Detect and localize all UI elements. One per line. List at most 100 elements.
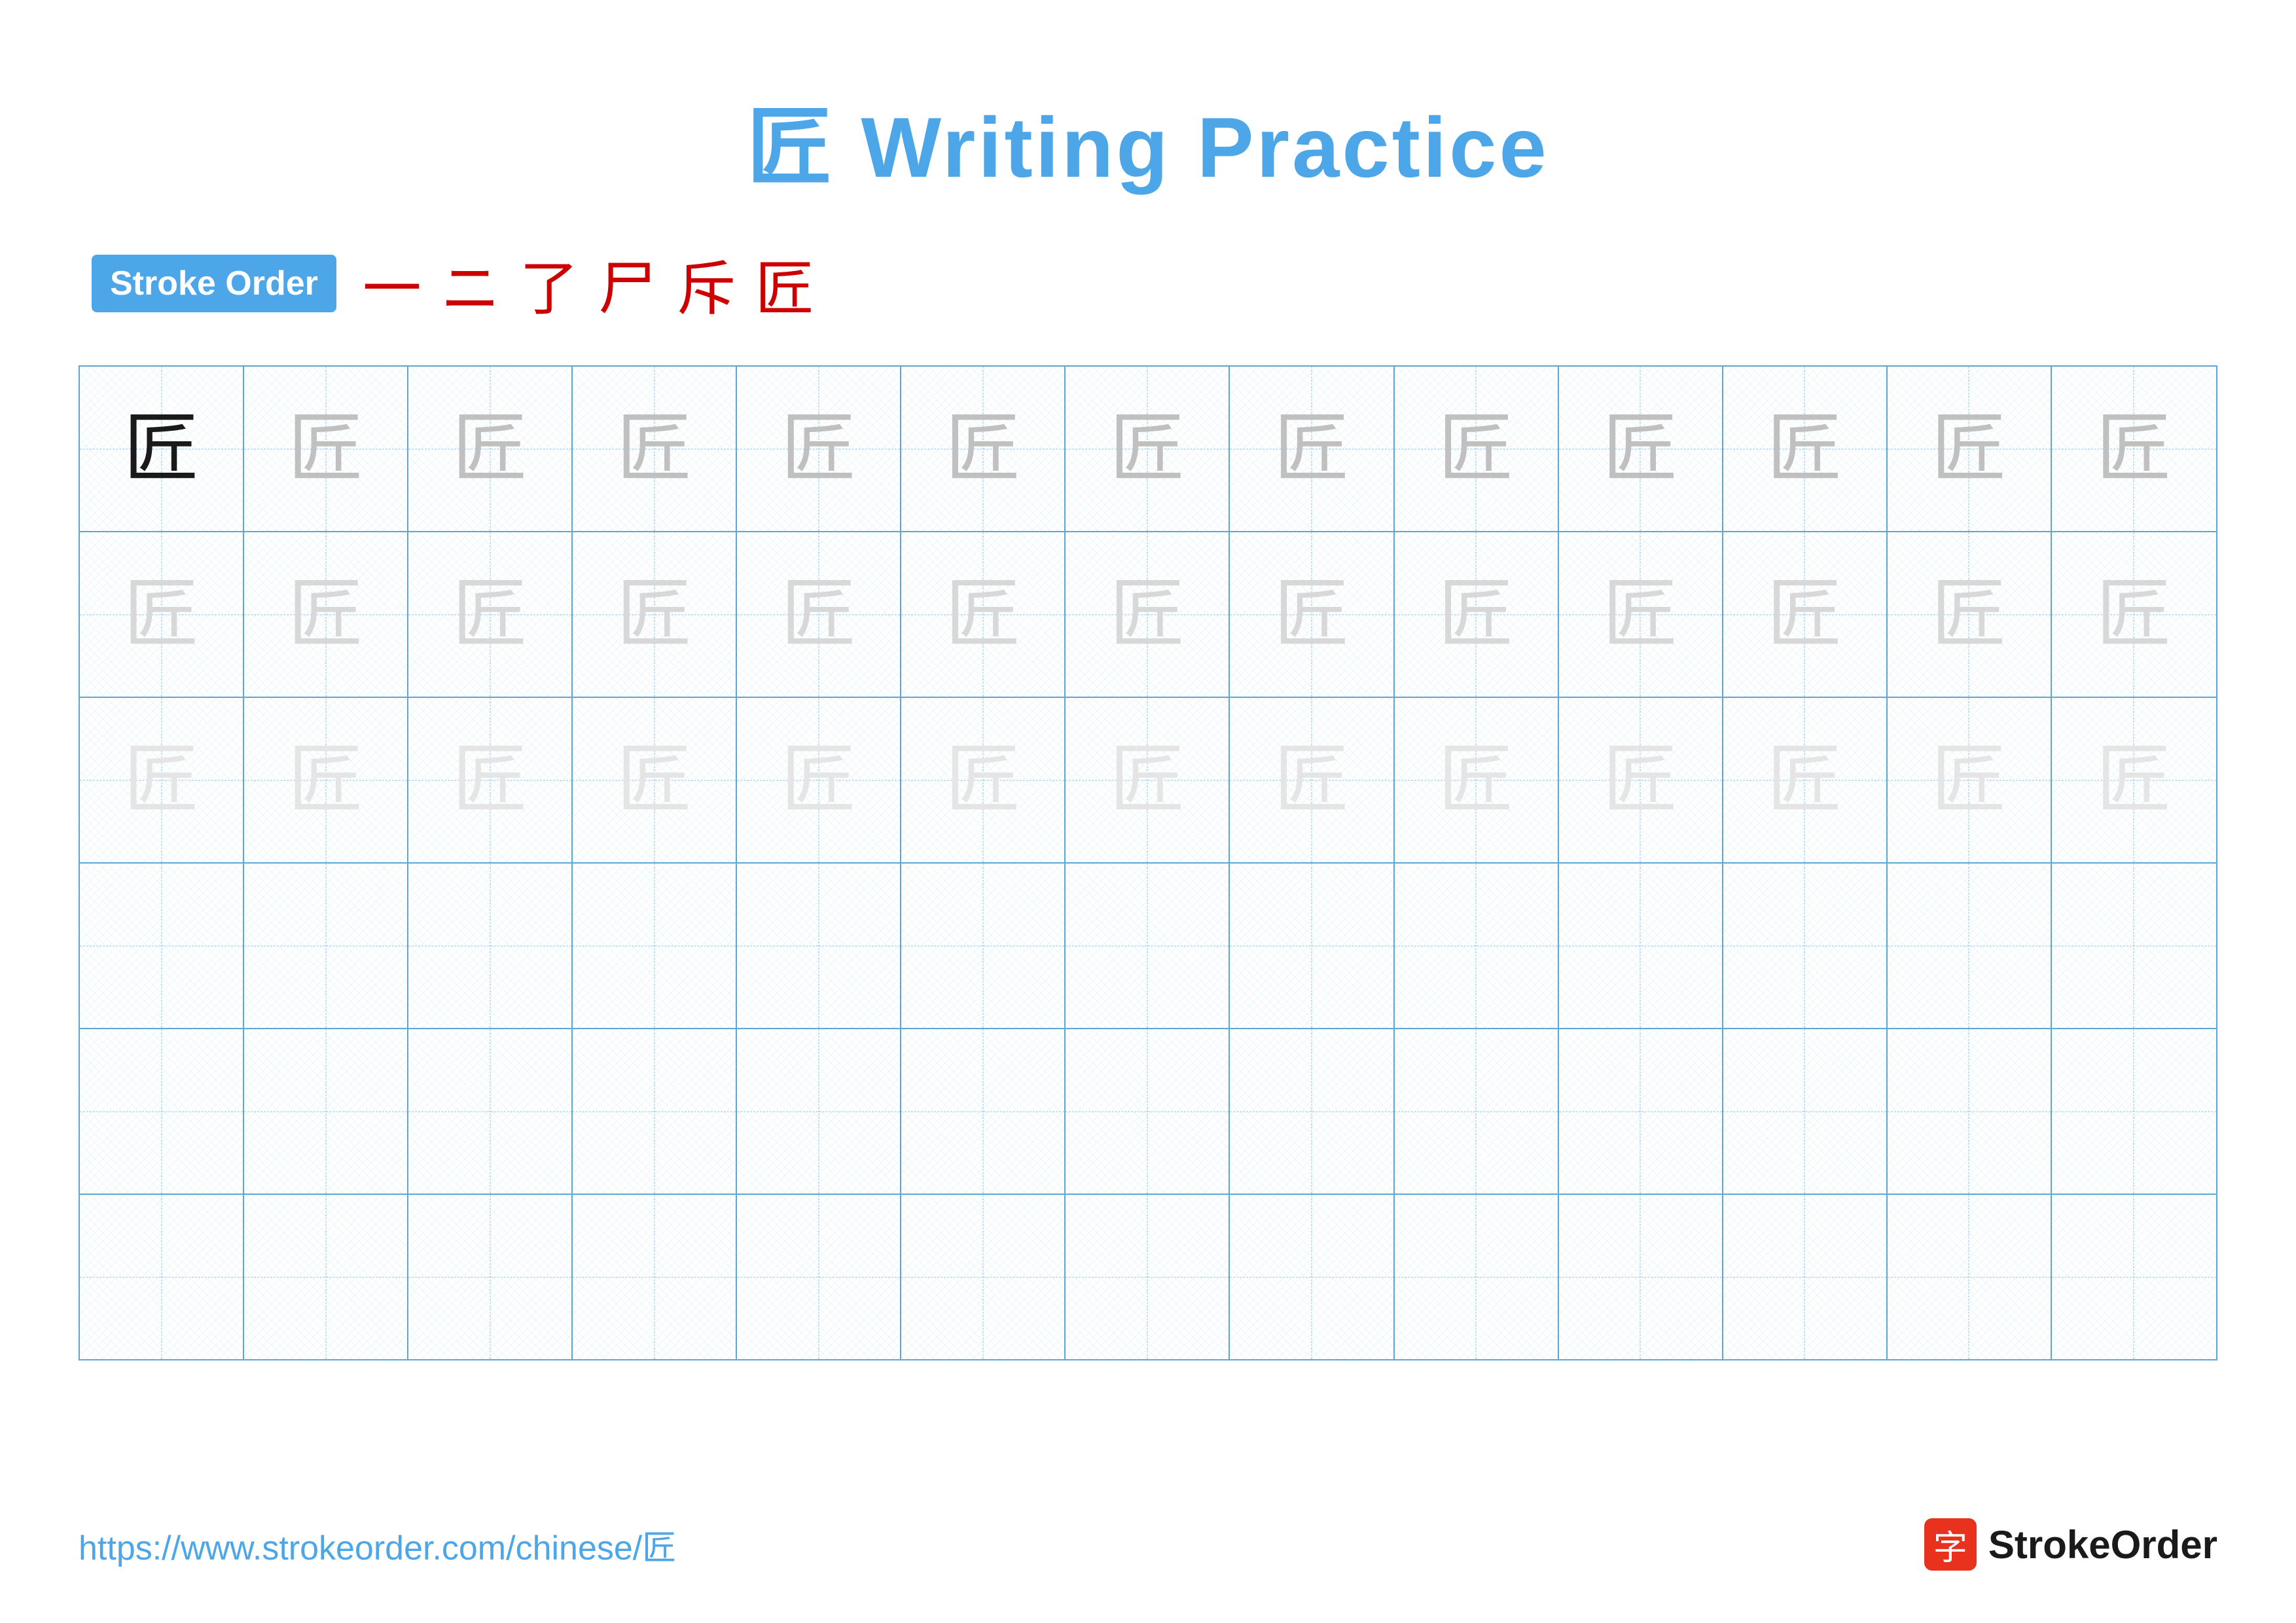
- grid-cell[interactable]: 匠: [80, 532, 244, 697]
- grid-cell[interactable]: [573, 1029, 737, 1194]
- grid-cell[interactable]: 匠: [573, 367, 737, 531]
- practice-char: 匠: [945, 742, 1020, 818]
- grid-cell[interactable]: [1230, 1029, 1394, 1194]
- grid-cell[interactable]: 匠: [408, 532, 573, 697]
- grid-cell[interactable]: 匠: [2052, 698, 2216, 862]
- grid-cell[interactable]: 匠: [1888, 532, 2052, 697]
- grid-cell[interactable]: [408, 864, 573, 1028]
- practice-char: 匠: [452, 742, 528, 818]
- grid-cell[interactable]: [244, 1029, 408, 1194]
- grid-cell[interactable]: [573, 1195, 737, 1359]
- grid-cell[interactable]: 匠: [901, 698, 1066, 862]
- practice-char: 匠: [288, 742, 363, 818]
- grid-cell[interactable]: 匠: [408, 367, 573, 531]
- practice-char: 匠: [1767, 411, 1842, 486]
- grid-cell[interactable]: [408, 1029, 573, 1194]
- practice-char: 匠: [1274, 742, 1349, 818]
- grid-cell[interactable]: [408, 1195, 573, 1359]
- grid-cell[interactable]: 匠: [1066, 367, 1230, 531]
- grid-cell[interactable]: [1395, 1029, 1559, 1194]
- grid-cell[interactable]: [1888, 864, 2052, 1028]
- grid-row-4: [80, 864, 2216, 1029]
- grid-cell[interactable]: 匠: [1395, 698, 1559, 862]
- grid-cell[interactable]: 匠: [408, 698, 573, 862]
- grid-cell[interactable]: 匠: [1230, 532, 1394, 697]
- grid-cell[interactable]: 匠: [1888, 698, 2052, 862]
- grid-cell[interactable]: [1559, 1029, 1723, 1194]
- grid-row-1: 匠 匠 匠 匠 匠 匠 匠: [80, 367, 2216, 532]
- title-rest: Writing Practice: [834, 100, 1549, 195]
- grid-cell[interactable]: [573, 864, 737, 1028]
- grid-cell[interactable]: 匠: [1066, 698, 1230, 862]
- grid-cell[interactable]: 匠: [1559, 532, 1723, 697]
- grid-cell[interactable]: [2052, 864, 2216, 1028]
- practice-char: 匠: [124, 411, 199, 486]
- grid-cell[interactable]: 匠: [1230, 698, 1394, 862]
- grid-cell[interactable]: [1066, 864, 1230, 1028]
- stroke-order-section: Stroke Order 一 ニ 了 尸 斥 匠: [79, 241, 2217, 326]
- grid-cell[interactable]: [1230, 864, 1394, 1028]
- grid-cell[interactable]: [1723, 1029, 1888, 1194]
- grid-cell[interactable]: 匠: [244, 367, 408, 531]
- grid-cell[interactable]: [80, 1029, 244, 1194]
- grid-cell[interactable]: 匠: [737, 532, 901, 697]
- grid-cell[interactable]: 匠: [901, 367, 1066, 531]
- grid-cell[interactable]: 匠: [1066, 532, 1230, 697]
- grid-cell[interactable]: [737, 1029, 901, 1194]
- footer-url[interactable]: https://www.strokeorder.com/chinese/匠: [79, 1520, 676, 1569]
- grid-cell[interactable]: 匠: [901, 532, 1066, 697]
- grid-cell[interactable]: [80, 1195, 244, 1359]
- grid-cell[interactable]: 匠: [1559, 698, 1723, 862]
- grid-cell[interactable]: [737, 864, 901, 1028]
- grid-cell[interactable]: [737, 1195, 901, 1359]
- footer: https://www.strokeorder.com/chinese/匠 字 …: [79, 1518, 2217, 1571]
- grid-cell[interactable]: 匠: [1395, 532, 1559, 697]
- practice-char: 匠: [781, 411, 856, 486]
- grid-cell[interactable]: [901, 864, 1066, 1028]
- grid-cell[interactable]: 匠: [573, 698, 737, 862]
- grid-cell[interactable]: 匠: [737, 367, 901, 531]
- footer-logo: 字 StrokeOrder: [1924, 1518, 2217, 1571]
- grid-cell[interactable]: 匠: [1723, 698, 1888, 862]
- grid-cell[interactable]: [1888, 1195, 2052, 1359]
- grid-cell[interactable]: [1066, 1029, 1230, 1194]
- grid-cell[interactable]: [1723, 1195, 1888, 1359]
- grid-cell[interactable]: 匠: [244, 698, 408, 862]
- grid-cell[interactable]: [1395, 864, 1559, 1028]
- grid-cell[interactable]: 匠: [80, 367, 244, 531]
- practice-char: 匠: [1931, 742, 2007, 818]
- grid-cell[interactable]: 匠: [1888, 367, 2052, 531]
- grid-cell[interactable]: 匠: [1230, 367, 1394, 531]
- grid-cell[interactable]: 匠: [737, 698, 901, 862]
- practice-char: 匠: [945, 577, 1020, 652]
- grid-cell[interactable]: 匠: [80, 698, 244, 862]
- stroke-3: 了: [520, 241, 579, 326]
- grid-cell[interactable]: [1888, 1029, 2052, 1194]
- grid-cell[interactable]: [1559, 864, 1723, 1028]
- grid-cell[interactable]: 匠: [244, 532, 408, 697]
- grid-cell[interactable]: [80, 864, 244, 1028]
- grid-cell[interactable]: [2052, 1195, 2216, 1359]
- grid-cell[interactable]: 匠: [573, 532, 737, 697]
- practice-char: 匠: [1439, 411, 1514, 486]
- grid-cell[interactable]: [1066, 1195, 1230, 1359]
- grid-cell[interactable]: [901, 1029, 1066, 1194]
- grid-cell[interactable]: [2052, 1029, 2216, 1194]
- grid-cell[interactable]: 匠: [2052, 532, 2216, 697]
- grid-row-5: [80, 1029, 2216, 1195]
- grid-cell[interactable]: [244, 1195, 408, 1359]
- grid-cell[interactable]: 匠: [1723, 367, 1888, 531]
- grid-cell[interactable]: 匠: [2052, 367, 2216, 531]
- grid-cell[interactable]: [1723, 864, 1888, 1028]
- grid-cell[interactable]: [244, 864, 408, 1028]
- grid-cell[interactable]: 匠: [1395, 367, 1559, 531]
- practice-char: 匠: [781, 742, 856, 818]
- practice-char: 匠: [1603, 577, 1678, 652]
- grid-cell[interactable]: [1559, 1195, 1723, 1359]
- grid-cell[interactable]: [901, 1195, 1066, 1359]
- grid-cell[interactable]: [1395, 1195, 1559, 1359]
- grid-cell[interactable]: [1230, 1195, 1394, 1359]
- grid-cell[interactable]: 匠: [1723, 532, 1888, 697]
- stroke-6: 匠: [755, 241, 814, 326]
- grid-cell[interactable]: 匠: [1559, 367, 1723, 531]
